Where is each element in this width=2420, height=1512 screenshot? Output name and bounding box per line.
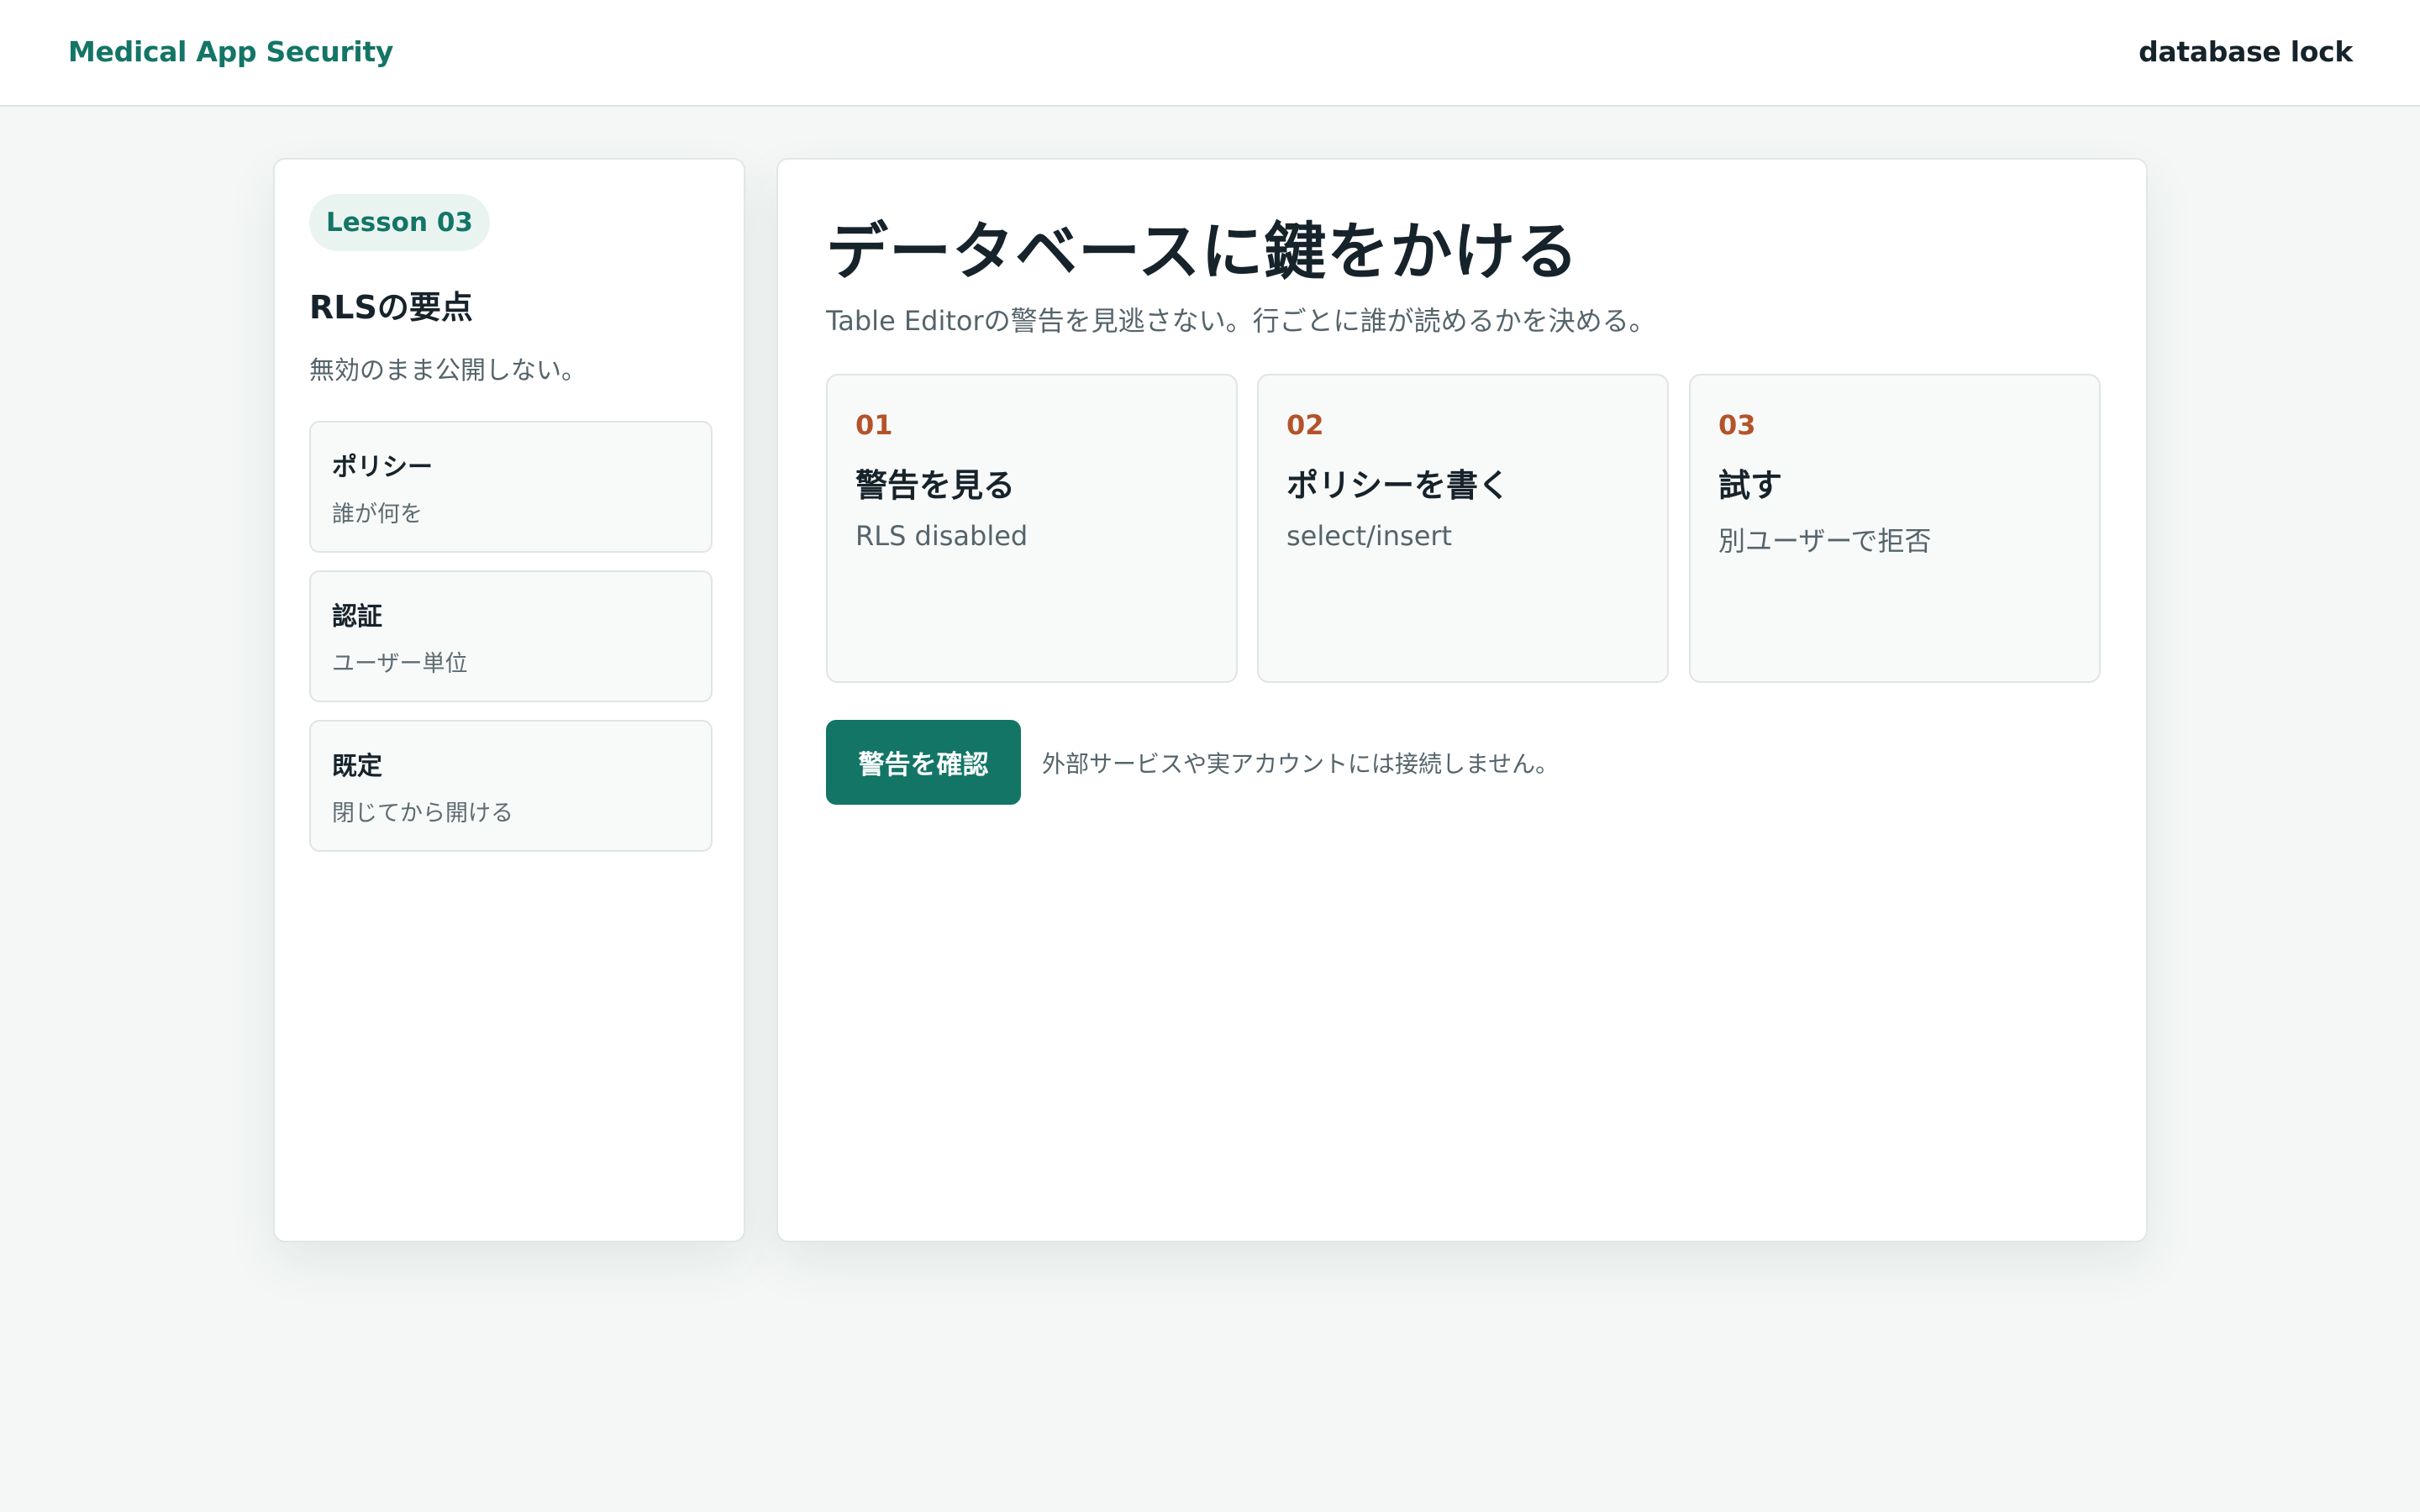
- step-title: ポリシーを書く: [1286, 467, 1511, 504]
- action-note: 外部サービスや実アカウントには接続しません。: [1042, 750, 1560, 778]
- page-title: データベースに鍵をかける: [826, 216, 1580, 288]
- step-subtitle: 別ユーザーで拒否: [1718, 525, 1932, 557]
- sidebar-card-auth: 認証 ユーザー単位: [309, 570, 713, 702]
- sidebar-card-title: 認証: [332, 602, 382, 632]
- sidebar-card-default: 既定 閉じてから開ける: [309, 720, 713, 852]
- page-context-label: database lock: [2139, 35, 2353, 68]
- step-card-2: 02 ポリシーを書く select/insert: [1257, 374, 1669, 683]
- check-warning-button[interactable]: 警告を確認: [826, 720, 1021, 805]
- sidebar-card-title: 既定: [332, 752, 382, 781]
- step-card-1: 01 警告を見る RLS disabled: [826, 374, 1238, 683]
- step-title: 試す: [1718, 467, 1783, 504]
- sidebar-card-policy: ポリシー 誰が何を: [309, 421, 713, 553]
- sidebar-title: RLSの要点: [309, 289, 473, 326]
- top-bar: Medical App Security database lock: [0, 0, 2420, 107]
- page-subtitle: Table Editorの警告を見逃さない。行ごとに誰が読めるかを決める。: [826, 305, 1656, 337]
- step-title: 警告を見る: [855, 467, 1016, 504]
- step-subtitle: select/insert: [1286, 520, 1453, 552]
- sidebar-subtitle: 無効のまま公開しない。: [309, 356, 587, 386]
- sidebar-card-title: ポリシー: [332, 453, 433, 482]
- step-number: 03: [1718, 409, 1756, 441]
- step-subtitle: RLS disabled: [855, 520, 1028, 552]
- sidebar-card-subtitle: ユーザー単位: [332, 651, 468, 677]
- step-number: 01: [855, 409, 893, 441]
- lesson-content: データベースに鍵をかける Table Editorの警告を見逃さない。行ごとに誰…: [776, 158, 2148, 1242]
- step-number: 02: [1286, 409, 1324, 441]
- app-brand[interactable]: Medical App Security: [68, 35, 393, 68]
- lesson-sidebar: Lesson 03 RLSの要点 無効のまま公開しない。 ポリシー 誰が何を 認…: [273, 158, 745, 1242]
- sidebar-card-subtitle: 誰が何を: [332, 501, 423, 528]
- lesson-badge: Lesson 03: [309, 194, 490, 251]
- sidebar-card-subtitle: 閉じてから開ける: [332, 801, 513, 827]
- step-card-3: 03 試す 別ユーザーで拒否: [1689, 374, 2101, 683]
